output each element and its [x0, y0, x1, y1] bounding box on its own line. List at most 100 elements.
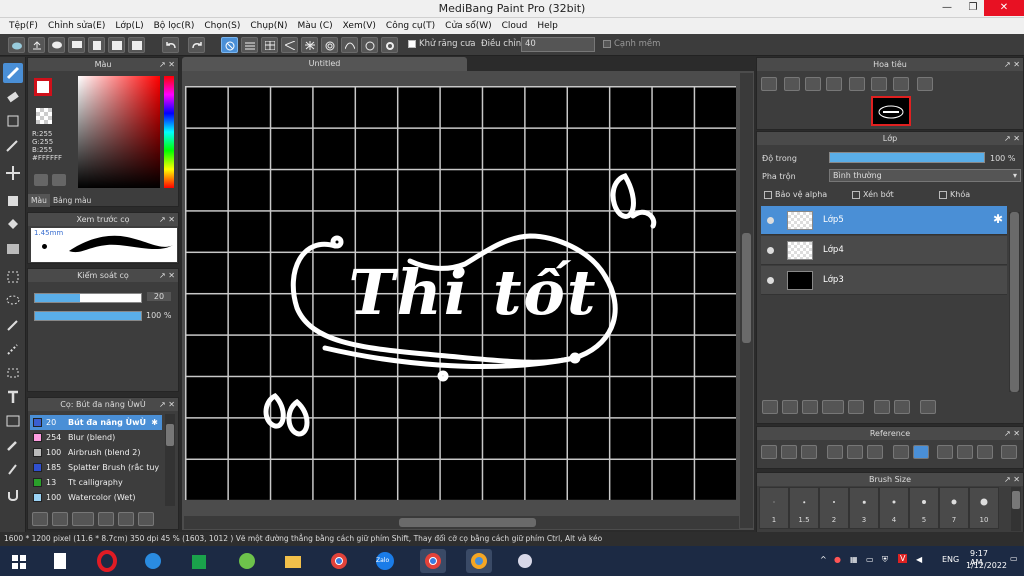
color-wheel-icon[interactable]	[34, 174, 48, 186]
hue-slider[interactable]	[164, 76, 174, 188]
select-eraser-tool-icon[interactable]	[3, 363, 23, 383]
duplicate-icon[interactable]	[138, 512, 154, 526]
cloud-download-icon[interactable]	[761, 445, 777, 459]
fit-screen-icon[interactable]	[847, 445, 863, 459]
saturation-value-picker[interactable]	[78, 76, 160, 188]
select-tool-icon[interactable]	[3, 267, 23, 287]
notification-icon[interactable]: ▭	[1010, 554, 1018, 563]
scroll-thumb[interactable]	[742, 233, 751, 343]
brush-size-preset[interactable]: 7	[939, 487, 969, 529]
language-indicator[interactable]: ENG	[942, 555, 959, 564]
actual-size-icon[interactable]	[977, 445, 993, 459]
layer-item[interactable]: Lớp5 ✱	[761, 206, 1007, 235]
move-tool-icon[interactable]	[3, 163, 23, 183]
select-pen-tool-icon[interactable]	[3, 339, 23, 359]
tab-color[interactable]: Màu	[28, 194, 50, 207]
tab-palette[interactable]: Bảng màu	[50, 194, 94, 207]
drawing-canvas[interactable]: Thi tốt	[185, 86, 736, 500]
panel-close-icon[interactable]: ↗ ✕	[1004, 58, 1020, 71]
chrome-profile-icon[interactable]	[420, 549, 446, 573]
brush-size-slider[interactable]	[34, 293, 142, 303]
navigator-thumbnail[interactable]	[871, 96, 911, 126]
no-snap-icon[interactable]	[221, 37, 238, 53]
windows-start-icon[interactable]	[6, 549, 32, 573]
layer-folder-icon[interactable]	[848, 400, 864, 414]
minimize-button[interactable]: —	[934, 0, 960, 16]
cloud-download-icon[interactable]	[32, 512, 48, 526]
clipping-checkbox[interactable]: Xén bớt	[852, 190, 894, 199]
brush-size-preset[interactable]: 5	[909, 487, 939, 529]
brush-opacity-slider[interactable]	[34, 311, 142, 321]
layer-opacity-slider[interactable]	[829, 152, 985, 163]
close-button[interactable]: ✕	[984, 0, 1024, 16]
zoom-in-icon[interactable]	[784, 77, 800, 91]
edge-icon[interactable]	[140, 549, 166, 573]
merge-down-icon[interactable]	[894, 400, 910, 414]
panel-close-icon[interactable]: ↗ ✕	[1004, 132, 1020, 145]
rotate-icon[interactable]	[937, 445, 953, 459]
zoom-out-icon[interactable]	[867, 445, 883, 459]
gear-icon[interactable]: ✱	[151, 415, 158, 430]
document-tab[interactable]: Untitled	[182, 57, 467, 71]
battery-icon[interactable]: ▭	[866, 555, 874, 564]
gradient-tool-icon[interactable]	[3, 239, 23, 259]
blend-mode-select[interactable]: Bình thường ▾	[829, 169, 1021, 182]
clock-date[interactable]: 1/12/2022	[966, 561, 1007, 570]
pen-tool-icon[interactable]	[3, 135, 23, 155]
duplicate-layer-icon[interactable]	[874, 400, 890, 414]
menu-window[interactable]: Cửa sổ(W)	[440, 18, 496, 34]
vietkey-icon[interactable]: V	[898, 554, 908, 563]
layer-item[interactable]: Lớp4	[761, 236, 1007, 265]
frame-tool-icon[interactable]	[3, 411, 23, 431]
zalo-icon[interactable]: Zalo	[372, 549, 398, 573]
zoom-out-icon[interactable]	[826, 77, 842, 91]
shield-icon[interactable]: ⛨	[882, 555, 888, 565]
close-icon[interactable]	[801, 445, 817, 459]
visibility-icon[interactable]	[767, 247, 774, 254]
folder-icon[interactable]	[280, 549, 306, 573]
brush-size-preset[interactable]: 3	[849, 487, 879, 529]
zoom-in-icon[interactable]	[827, 445, 843, 459]
lock-checkbox[interactable]: Khóa	[939, 190, 970, 199]
brush-size-value[interactable]: 20	[147, 292, 171, 301]
brush-size-preset[interactable]: 1.5	[789, 487, 819, 529]
medibang-icon[interactable]	[466, 549, 492, 573]
layer-list-scrollbar[interactable]	[1009, 212, 1020, 392]
panel-list-icon[interactable]	[128, 37, 145, 53]
magic-wand-tool-icon[interactable]	[3, 315, 23, 335]
menu-select[interactable]: Chọn(S)	[199, 18, 245, 34]
protect-alpha-checkbox[interactable]: Bảo vệ alpha	[764, 190, 827, 199]
panel-close-icon[interactable]: ↗ ✕	[1004, 473, 1020, 486]
palette-add-icon[interactable]	[52, 174, 66, 186]
document-icon[interactable]	[88, 37, 105, 53]
curve-snap-icon[interactable]	[341, 37, 358, 53]
chrome-icon[interactable]	[326, 549, 352, 573]
menu-edit[interactable]: Chỉnh sửa(E)	[43, 18, 110, 34]
network-icon[interactable]: ▦	[850, 555, 858, 564]
eyedropper-tool-icon[interactable]	[3, 435, 23, 455]
brush-size-preset[interactable]: 2	[819, 487, 849, 529]
brush-size-scrollbar[interactable]	[1011, 487, 1021, 531]
new-layer-icon[interactable]	[762, 400, 778, 414]
message-icon[interactable]	[68, 37, 85, 53]
actual-size-icon[interactable]	[849, 77, 865, 91]
add-layer-menu-icon[interactable]	[822, 400, 844, 414]
correction-select[interactable]: 40	[521, 37, 595, 52]
rotate-icon[interactable]	[893, 77, 909, 91]
brush-item[interactable]: 185 Splatter Brush (rắc tuy	[30, 460, 162, 475]
scroll-thumb[interactable]	[399, 518, 536, 527]
brush-tool-icon[interactable]	[3, 63, 23, 83]
menu-tools[interactable]: Công cụ(T)	[381, 18, 440, 34]
radial-snap-icon[interactable]	[301, 37, 318, 53]
scroll-thumb[interactable]	[1010, 212, 1019, 392]
new-8bit-layer-icon[interactable]	[802, 400, 818, 414]
menu-layer[interactable]: Lớp(L)	[110, 18, 148, 34]
antivirus-icon[interactable]: ●	[834, 555, 841, 564]
eraser-tool-icon[interactable]	[3, 87, 23, 107]
add-brush-icon[interactable]	[72, 512, 94, 526]
layer-item[interactable]: Lớp3	[761, 266, 1007, 295]
new-halftone-layer-icon[interactable]	[782, 400, 798, 414]
settings-icon[interactable]	[381, 37, 398, 53]
chevron-up-icon[interactable]: ^	[820, 555, 827, 564]
crosshair-snap-icon[interactable]	[261, 37, 278, 53]
